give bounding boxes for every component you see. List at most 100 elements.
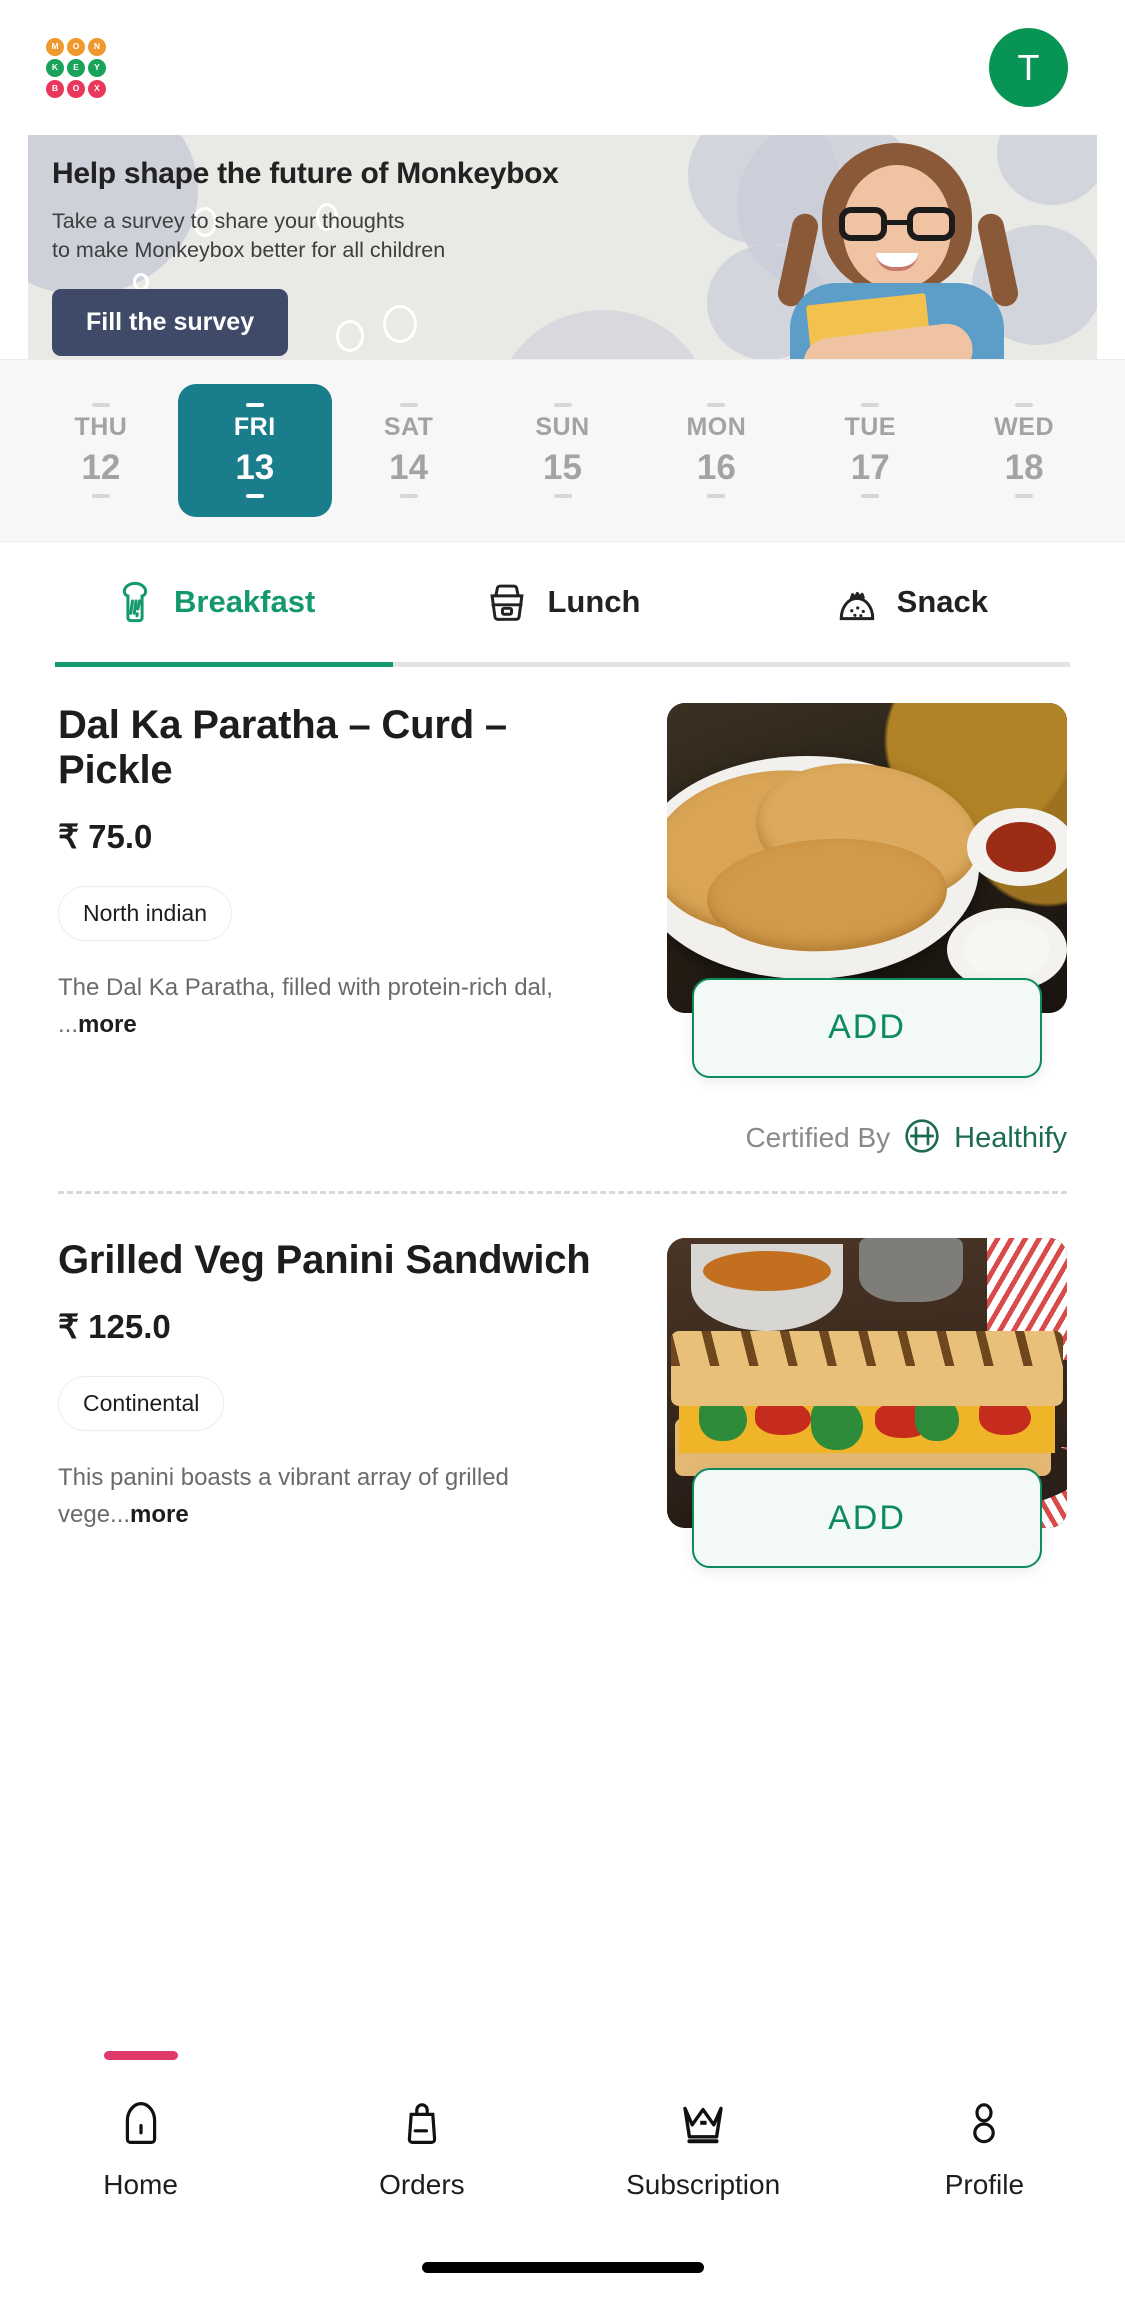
nav-label: Home <box>103 2169 178 2200</box>
bread-slice-icon <box>113 579 157 625</box>
date-item-mon[interactable]: MON 16 <box>639 384 793 517</box>
healthify-certification: Certified By Healthify <box>745 1116 1067 1161</box>
tab-lunch[interactable]: Lunch <box>388 542 736 662</box>
food-media: ADD Certified By Healthify <box>667 703 1067 1154</box>
bag-icon <box>397 2098 447 2155</box>
food-price: ₹ 75.0 <box>58 817 153 855</box>
date-dow: WED <box>994 413 1054 441</box>
logo-letter: X <box>88 79 106 98</box>
date-item-tue[interactable]: TUE 17 <box>793 384 947 517</box>
monkeybox-logo[interactable]: M O N K E Y B O X <box>46 37 106 98</box>
cuisine-tag: Continental <box>58 1375 225 1431</box>
food-image-paratha <box>667 703 1067 1013</box>
tab-breakfast[interactable]: Breakfast <box>40 542 388 662</box>
survey-banner[interactable]: Help shape the future of Monkeybox Take … <box>28 135 1097 359</box>
nav-label: Subscription <box>626 2169 781 2200</box>
food-media: ADD <box>667 1237 1067 1569</box>
person-icon <box>959 2098 1009 2155</box>
food-name: Grilled Veg Panini Sandwich <box>58 1237 591 1282</box>
food-price: ₹ 125.0 <box>58 1307 171 1345</box>
home-indicator-zone <box>0 2230 1125 2304</box>
banner-subtitle: Take a survey to share your thoughts to … <box>52 207 1097 265</box>
date-dash-top <box>1015 403 1034 407</box>
date-dash-bottom <box>1015 494 1034 498</box>
food-description: This panini boasts a vibrant array of gr… <box>58 1459 618 1533</box>
survey-banner-container: Help shape the future of Monkeybox Take … <box>0 135 1125 359</box>
meal-tabs[interactable]: Breakfast Lunch Snack <box>0 542 1125 662</box>
date-dash-bottom <box>861 494 880 498</box>
banner-subtitle-line2: to make Monkeybox better for all childre… <box>52 238 446 263</box>
tab-label: Lunch <box>547 584 641 619</box>
add-button[interactable]: ADD <box>692 977 1042 1078</box>
banner-subtitle-line1: Take a survey to share your thoughts <box>52 209 405 233</box>
food-name: Dal Ka Paratha – Curd – Pickle <box>58 703 507 792</box>
nav-label: Orders <box>379 2169 465 2200</box>
logo-letter: B <box>46 79 64 98</box>
logo-letter: O <box>67 79 85 98</box>
food-info: Dal Ka Paratha – Curd – Pickle ₹ 75.0 No… <box>58 703 638 1043</box>
nav-item-home[interactable]: Home <box>0 2051 281 2230</box>
date-dash-top <box>399 403 418 407</box>
home-icon <box>116 2098 166 2155</box>
banner-title: Help shape the future of Monkeybox <box>52 157 559 190</box>
date-dow: SUN <box>535 413 590 441</box>
date-dash-bottom <box>553 494 572 498</box>
food-item-grilled-veg-panini[interactable]: Grilled Veg Panini Sandwich ₹ 125.0 Cont… <box>58 1194 1067 1569</box>
food-item-dal-ka-paratha[interactable]: Dal Ka Paratha – Curd – Pickle ₹ 75.0 No… <box>58 667 1067 1154</box>
date-strip[interactable]: THU 12 FRI 13 SAT 14 SUN 15 MON 16 TUE 1… <box>0 359 1125 542</box>
nav-item-subscription[interactable]: Subscription <box>563 2059 844 2230</box>
scroll-fade <box>0 1999 1125 2059</box>
date-number: 18 <box>1004 448 1044 487</box>
date-dash-top <box>553 403 572 407</box>
logo-letter: M <box>46 37 64 56</box>
logo-letter: Y <box>88 58 106 77</box>
tab-label: Breakfast <box>174 584 316 619</box>
date-number: 14 <box>389 448 429 487</box>
date-item-wed[interactable]: WED 18 <box>947 384 1101 517</box>
food-list: Dal Ka Paratha – Curd – Pickle ₹ 75.0 No… <box>0 667 1125 1569</box>
nav-active-indicator <box>103 2051 178 2060</box>
date-dash-bottom <box>707 494 726 498</box>
date-number: 16 <box>696 448 736 487</box>
banner-text-block: Help shape the future of Monkeybox Take … <box>28 135 1097 359</box>
date-dash-top <box>707 403 726 407</box>
date-dow: TUE <box>844 413 896 441</box>
date-dow: FRI <box>233 413 276 441</box>
date-dow: THU <box>74 413 128 441</box>
healthify-h-icon <box>902 1116 942 1161</box>
date-number: 15 <box>543 448 582 487</box>
logo-letter: N <box>88 37 106 56</box>
nav-label: Profile <box>944 2169 1025 2200</box>
date-dow: SAT <box>383 413 434 441</box>
date-dash-bottom <box>245 494 264 498</box>
more-link[interactable]: more <box>78 1011 137 1038</box>
date-number: 17 <box>850 448 890 487</box>
lunchbox-icon <box>484 581 530 623</box>
date-item-sat[interactable]: SAT 14 <box>332 384 486 517</box>
logo-letter: E <box>67 58 85 77</box>
date-item-thu[interactable]: THU 12 <box>24 384 178 517</box>
more-link[interactable]: more <box>130 1501 189 1528</box>
bottom-navigation[interactable]: Home Orders Subscription Profile <box>0 2051 1125 2230</box>
nav-item-profile[interactable]: Profile <box>844 2059 1125 2230</box>
food-description-text: This panini boasts a vibrant array of gr… <box>58 1463 509 1528</box>
date-item-fri[interactable]: FRI 13 <box>177 384 332 517</box>
date-dow: MON <box>686 413 747 441</box>
date-number: 13 <box>235 448 275 487</box>
healthify-brand: Healthify <box>954 1121 1067 1154</box>
tab-label: Snack <box>896 584 988 619</box>
avatar[interactable]: T <box>989 28 1068 107</box>
date-dash-top <box>861 403 880 407</box>
add-button[interactable]: ADD <box>692 1468 1042 1569</box>
date-item-sun[interactable]: SUN 15 <box>486 384 640 517</box>
cuisine-tag: North indian <box>58 885 233 941</box>
home-indicator[interactable] <box>421 2261 704 2273</box>
snack-bag-icon <box>834 581 880 623</box>
tab-snack[interactable]: Snack <box>737 542 1085 662</box>
date-dash-top <box>91 403 110 407</box>
app-header: M O N K E Y B O X T <box>0 0 1125 135</box>
fill-survey-button[interactable]: Fill the survey <box>52 289 289 357</box>
date-dash-top <box>245 403 264 407</box>
logo-letter: K <box>46 58 64 77</box>
nav-item-orders[interactable]: Orders <box>281 2059 562 2230</box>
